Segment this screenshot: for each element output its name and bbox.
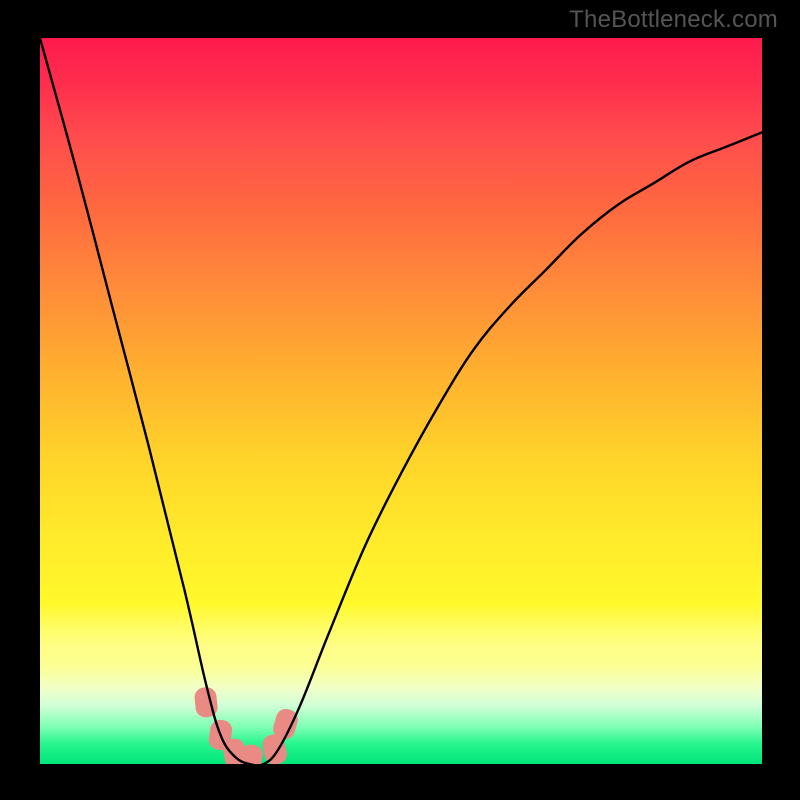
chart-frame: TheBottleneck.com <box>0 0 800 800</box>
bottleneck-curve <box>40 38 762 764</box>
curve-layer <box>40 38 762 764</box>
watermark-label: TheBottleneck.com <box>569 6 778 34</box>
plot-area <box>40 38 762 764</box>
